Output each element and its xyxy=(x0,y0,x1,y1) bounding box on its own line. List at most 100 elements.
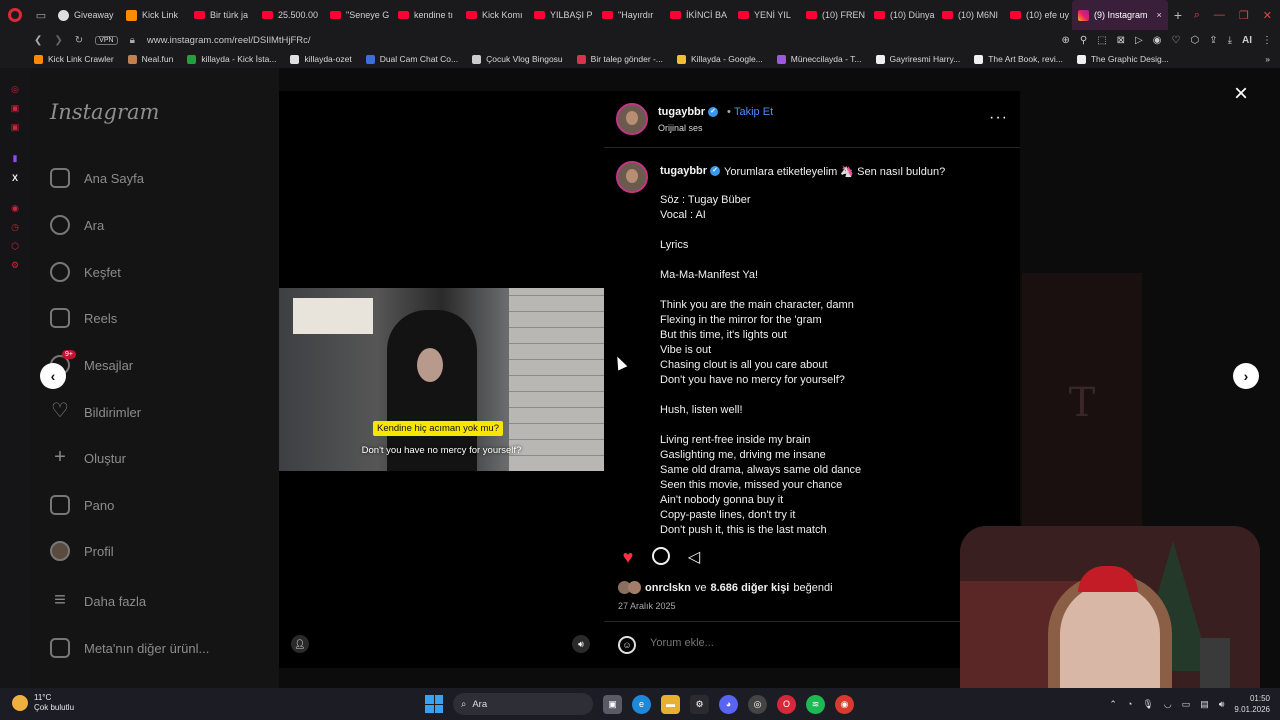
tab-workspace-icon[interactable]: ▭ xyxy=(30,0,52,30)
nav-item[interactable]: + Oluştur xyxy=(50,447,126,468)
follow-button[interactable]: Takip Et xyxy=(734,106,773,118)
browser-tab[interactable]: Giveaway xyxy=(52,0,120,30)
browser-tab[interactable]: (10) efe uy xyxy=(1004,0,1072,30)
bookmark-item[interactable]: Killayda - Google... xyxy=(676,54,763,64)
maximize-button[interactable]: ❐ xyxy=(1239,9,1249,22)
tab-search-icon[interactable]: ⌕ xyxy=(1194,9,1200,22)
bookmark-item[interactable]: Çocuk Vlog Bingosu xyxy=(472,54,563,64)
new-tab-button[interactable]: + xyxy=(1168,7,1188,23)
bookmark-item[interactable]: Neal.fun xyxy=(127,54,173,64)
sidebar-player-icon[interactable]: ◉ xyxy=(10,203,21,214)
forward-icon[interactable]: ❯ xyxy=(54,35,62,46)
nav-item[interactable]: Ara xyxy=(50,215,104,235)
bookmark-item[interactable]: Gayriresmi Harry... xyxy=(875,54,960,64)
bookmark-item[interactable]: Dual Cam Chat Co... xyxy=(365,54,458,64)
snapshot-icon[interactable]: ⬚ xyxy=(1097,35,1106,46)
close-modal-button[interactable]: × xyxy=(1229,82,1253,106)
bookmark-item[interactable]: The Art Book, revi... xyxy=(974,54,1063,64)
sidebar-twitch-icon[interactable]: ▮ xyxy=(10,153,21,164)
volume-icon[interactable]: 🔊︎ xyxy=(572,635,590,653)
file-explorer-icon[interactable]: ▬ xyxy=(661,694,680,714)
next-post-button[interactable]: › xyxy=(1233,363,1259,389)
settings-icon[interactable]: ⚙ xyxy=(690,694,709,714)
ai-button[interactable]: AI xyxy=(1242,35,1252,46)
reel-video[interactable]: Kendine hiç acıman yok mu? Don't you hav… xyxy=(279,91,604,668)
author-avatar[interactable] xyxy=(616,103,648,135)
nav-item[interactable]: Pano xyxy=(50,495,114,515)
browser-tab[interactable]: Bir türk ja xyxy=(188,0,256,30)
edge-icon[interactable]: e xyxy=(632,694,651,714)
post-date[interactable]: 27 Aralık 2025 xyxy=(618,601,676,611)
tray-overflow-icon[interactable]: ⌃ xyxy=(1109,699,1117,710)
emoji-icon[interactable]: ☺ xyxy=(618,636,636,654)
nav-item[interactable]: Reels xyxy=(50,308,117,328)
task-view-icon[interactable]: ▣ xyxy=(603,694,622,714)
sidebar-extensions-icon[interactable]: ⬡ xyxy=(10,241,21,252)
bookmark-heart-icon[interactable]: ♡ xyxy=(1171,35,1180,46)
browser-tab[interactable]: YILBAŞI P xyxy=(528,0,596,30)
likes-user[interactable]: onrclskn xyxy=(645,582,691,594)
obs-icon[interactable]: ◎ xyxy=(748,694,767,714)
browser-tab[interactable]: 25.500.00 xyxy=(256,0,324,30)
bookmark-item[interactable]: The Graphic Desig... xyxy=(1076,54,1169,64)
nav-item[interactable]: ≡ Daha fazla xyxy=(50,590,146,611)
download-icon[interactable]: ⤓ xyxy=(1228,35,1232,46)
browser-tab[interactable]: Kick Komı xyxy=(460,0,528,30)
browser-tab[interactable]: "Hayırdır xyxy=(596,0,664,30)
sidebar-mail-icon[interactable]: ▣ xyxy=(10,122,21,133)
author-username[interactable]: tugaybbr ✓ xyxy=(658,106,719,118)
nav-item[interactable]: ♡ Bildirimler xyxy=(50,401,141,422)
chrome-icon[interactable]: ◉ xyxy=(835,694,854,714)
clock[interactable]: 01:50 9.01.2026 xyxy=(1234,693,1270,715)
sidebar-chat-icon[interactable]: ▣ xyxy=(10,103,21,114)
camera-icon[interactable]: ◉ xyxy=(1153,35,1162,46)
sidebar-messenger-icon[interactable]: ◎ xyxy=(10,84,21,95)
tagged-users-icon[interactable]: 👤︎ xyxy=(291,635,309,653)
extensions-icon[interactable]: ⬡ xyxy=(1190,35,1199,46)
close-window-button[interactable]: ✕ xyxy=(1263,9,1272,22)
browser-tab[interactable]: (10) M6NI xyxy=(936,0,1004,30)
weather-widget[interactable]: 11°C Çok bulutlu xyxy=(12,693,74,713)
menu-icon[interactable]: ⋮ xyxy=(1262,35,1272,46)
tray-mic-icon[interactable]: 🎙︎ xyxy=(1142,699,1153,710)
browser-tab[interactable]: kendine tı xyxy=(392,0,460,30)
tray-headset-icon[interactable]: ◡ xyxy=(1164,699,1172,710)
zoom-icon[interactable]: ⊕ xyxy=(1061,35,1069,46)
comment-icon[interactable] xyxy=(652,547,670,565)
tab-close-icon[interactable]: × xyxy=(1157,10,1162,20)
browser-tab[interactable]: (10) FREN xyxy=(800,0,868,30)
tray-display-icon[interactable]: ▭ xyxy=(1182,699,1191,710)
url-field[interactable]: www.instagram.com/reel/DSIlMtHjFRc/ xyxy=(147,35,311,46)
bookmark-item[interactable]: Kick Link Crawler xyxy=(34,54,114,64)
comment-input[interactable] xyxy=(650,637,900,649)
minimize-button[interactable]: — xyxy=(1214,9,1225,21)
bookmark-item[interactable]: killayda - Kick İsta... xyxy=(187,54,276,64)
audio-label[interactable]: Orijinal ses xyxy=(658,123,703,133)
tray-network-icon[interactable]: ▤ xyxy=(1200,699,1209,710)
likes-count[interactable]: 8.686 diğer kişi xyxy=(710,582,789,594)
player-icon[interactable]: ▷ xyxy=(1135,35,1143,46)
start-button[interactable] xyxy=(425,695,443,713)
browser-tab[interactable]: "Seneye G xyxy=(324,0,392,30)
nav-item[interactable]: Profil xyxy=(50,541,114,561)
browser-tab[interactable]: Kick Link xyxy=(120,0,188,30)
instagram-logo[interactable]: Instagram xyxy=(50,100,159,124)
like-heart-icon[interactable]: ♥ xyxy=(618,547,638,567)
back-icon[interactable]: ❮ xyxy=(34,35,42,46)
spotify-icon[interactable]: ≋ xyxy=(806,694,825,714)
bookmarks-overflow-icon[interactable]: » xyxy=(1265,54,1270,64)
bookmark-item[interactable]: Bir talep gönder -... xyxy=(576,54,663,64)
share-icon[interactable]: ◁ xyxy=(684,547,704,567)
bookmark-item[interactable]: Müneccilayda - T... xyxy=(776,54,862,64)
browser-tab[interactable]: YENİ YIL xyxy=(732,0,800,30)
tab-instagram-active[interactable]: (9) Instagram × xyxy=(1072,0,1168,30)
share-icon[interactable]: ⇪ xyxy=(1209,35,1217,46)
taskbar-search[interactable]: ⌕ Ara xyxy=(453,693,593,715)
pin-icon[interactable]: ⚲ xyxy=(1080,35,1087,46)
adblock-icon[interactable]: ⊠ xyxy=(1117,35,1125,46)
bookmark-item[interactable]: killayda-ozet xyxy=(290,54,352,64)
browser-tab[interactable]: İKİNCİ BA xyxy=(664,0,732,30)
sidebar-history-icon[interactable]: ◷ xyxy=(10,222,21,233)
caption-username[interactable]: tugaybbr ✓ xyxy=(660,165,721,177)
previous-post-button[interactable]: ‹ xyxy=(40,363,66,389)
